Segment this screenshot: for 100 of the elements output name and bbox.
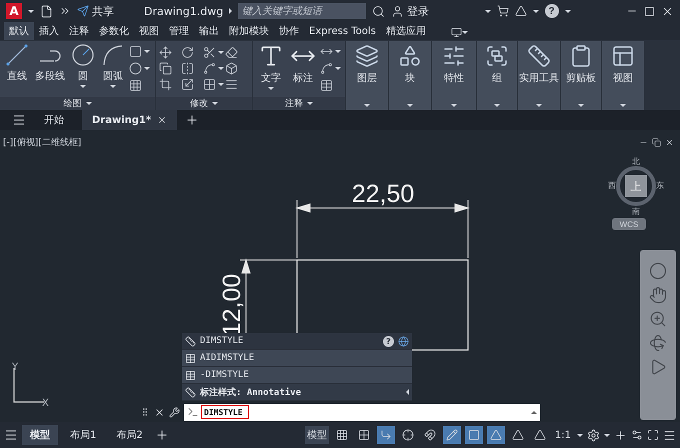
plus-icon[interactable] xyxy=(154,428,169,442)
command-input[interactable]: DIMSTYLE xyxy=(201,405,249,419)
magnet-icon xyxy=(424,429,436,441)
scale-button[interactable]: 1:1 xyxy=(552,426,573,444)
share-button[interactable]: 共享 xyxy=(77,4,114,18)
layout-tab[interactable]: 布局2 xyxy=(108,425,151,445)
ribbon-small-tool[interactable] xyxy=(129,45,150,58)
leader-icon xyxy=(320,62,333,75)
ribbon-tab[interactable]: 插入 xyxy=(34,22,64,40)
menu-icon[interactable] xyxy=(663,428,676,442)
fillet-icon xyxy=(203,62,216,74)
ribbon-tool-button[interactable]: 圆 xyxy=(69,43,97,95)
viewport-label[interactable]: [-][俯视][二维线框] xyxy=(3,136,82,149)
document-tab[interactable]: 开始 xyxy=(34,110,74,130)
grip-icon[interactable] xyxy=(140,407,150,417)
ribbon-panel-button[interactable]: 实用工具 xyxy=(518,41,560,110)
layout-tab[interactable]: 布局1 xyxy=(62,425,104,445)
maximize-icon[interactable] xyxy=(644,6,656,16)
ribbon-tab[interactable]: Express Tools xyxy=(304,22,381,40)
ribbon-panel-button[interactable]: 视图 xyxy=(602,41,644,110)
suggestion-item[interactable]: AIDIMSTYLE xyxy=(182,350,412,367)
suggestion-item[interactable]: DIMSTYLE ? xyxy=(182,333,412,350)
triangle-icon[interactable] xyxy=(514,5,527,17)
monitor-icon xyxy=(450,26,462,38)
globe-icon[interactable] xyxy=(398,336,409,346)
ribbon-tool-button[interactable]: 圆弧 xyxy=(99,43,127,95)
layout-tab[interactable]: 模型 xyxy=(22,425,58,445)
search-field[interactable]: 键入关键字或短语 xyxy=(238,3,366,19)
ribbon-tool-button[interactable]: 标注 xyxy=(288,43,318,95)
panel-title-bar[interactable]: 注释 xyxy=(253,97,345,110)
ribbon-panel-button[interactable]: 特性 xyxy=(432,41,476,110)
panel-title-bar[interactable]: 修改 xyxy=(156,97,252,110)
plus-icon[interactable] xyxy=(614,428,627,442)
file-icon[interactable] xyxy=(40,4,53,18)
help-button[interactable]: ? xyxy=(544,4,559,18)
ribbon-tab[interactable]: 附加模块 xyxy=(224,22,274,40)
ribbon-panel-button[interactable]: 图层 xyxy=(346,41,388,110)
ribbon-panel-button[interactable]: 剪贴板 xyxy=(561,41,601,110)
zoom-icon[interactable] xyxy=(649,310,667,328)
menu-icon[interactable] xyxy=(4,428,18,442)
status-toggle[interactable] xyxy=(486,426,505,444)
cart-icon[interactable] xyxy=(496,5,509,17)
compass-label[interactable]: 东 xyxy=(656,180,664,191)
ribbon-small-tool[interactable] xyxy=(203,46,225,58)
search-icon[interactable] xyxy=(372,4,386,18)
wrench-icon[interactable] xyxy=(169,406,180,418)
caret-icon[interactable] xyxy=(531,410,537,414)
ribbon-tool-button[interactable]: 多段线 xyxy=(33,43,67,95)
ribbon-panel-button[interactable]: 块 xyxy=(389,41,431,110)
restore-icon[interactable] xyxy=(652,138,661,147)
panel-title-bar[interactable]: 绘图 xyxy=(0,97,155,110)
group-icon xyxy=(485,44,509,68)
ribbon-tab[interactable]: 精选应用 xyxy=(380,22,431,40)
hand-icon[interactable] xyxy=(649,286,667,304)
ribbon-tab[interactable]: 视图 xyxy=(134,22,164,40)
close-icon[interactable] xyxy=(154,406,165,418)
status-toggle[interactable] xyxy=(442,426,461,444)
suggestion-item[interactable]: -DIMSTYLE xyxy=(182,367,412,384)
status-toggle[interactable] xyxy=(376,426,395,444)
triangle-icon xyxy=(512,429,524,441)
ribbon-tool-button[interactable]: 文字 xyxy=(256,43,286,95)
ribbon-small-tool[interactable] xyxy=(129,62,150,75)
compass-label[interactable]: 西 xyxy=(608,180,616,191)
ribbon-small-tool[interactable] xyxy=(203,62,225,74)
app-logo[interactable]: A xyxy=(6,3,22,19)
sign-in-button[interactable]: 登录 xyxy=(391,4,430,18)
ribbon-tab[interactable]: 参数化 xyxy=(94,22,134,40)
ribbon-tab[interactable]: 协作 xyxy=(274,22,304,40)
double-chevron-icon[interactable] xyxy=(59,5,71,17)
ribbon-panel-button[interactable]: 组 xyxy=(477,41,517,110)
menu-icon[interactable] xyxy=(12,113,26,127)
ribbon-small-tool[interactable] xyxy=(203,78,225,90)
model-space-button[interactable]: 模型 xyxy=(304,426,329,444)
compass-label[interactable]: 南 xyxy=(632,206,640,217)
ribbon-small-tool[interactable] xyxy=(320,62,341,75)
ribbon-tab[interactable]: 输出 xyxy=(194,22,224,40)
plus-icon[interactable] xyxy=(185,113,200,127)
ruler-icon xyxy=(185,336,196,346)
ribbon-tool-button[interactable]: 直线 xyxy=(3,43,31,95)
ribbon-tab[interactable]: 默认 xyxy=(4,22,34,40)
corner-icon xyxy=(380,429,392,441)
close-icon[interactable] xyxy=(157,115,168,125)
ribbon-tab[interactable]: 管理 xyxy=(164,22,194,40)
settings-icon[interactable] xyxy=(587,428,600,442)
grid-icon xyxy=(336,429,348,441)
suggestion-item[interactable]: 标注样式: Annotative xyxy=(182,384,412,401)
ribbon-tab[interactable]: 注释 xyxy=(64,22,94,40)
document-tab[interactable]: Drawing1* xyxy=(82,110,178,130)
close-icon[interactable] xyxy=(665,138,674,147)
paper-plane-icon xyxy=(77,5,89,17)
shapes-icon xyxy=(398,44,422,68)
sliders-icon[interactable] xyxy=(631,429,643,441)
help-icon[interactable]: ? xyxy=(383,336,394,346)
rectangle-icon xyxy=(129,45,142,58)
orbit-icon[interactable] xyxy=(649,334,667,352)
array-icon xyxy=(203,78,216,90)
compass-label[interactable]: 北 xyxy=(632,156,640,167)
play-icon[interactable] xyxy=(649,358,667,376)
fullscreen-icon[interactable] xyxy=(647,429,659,441)
status-toggle[interactable] xyxy=(464,426,483,444)
